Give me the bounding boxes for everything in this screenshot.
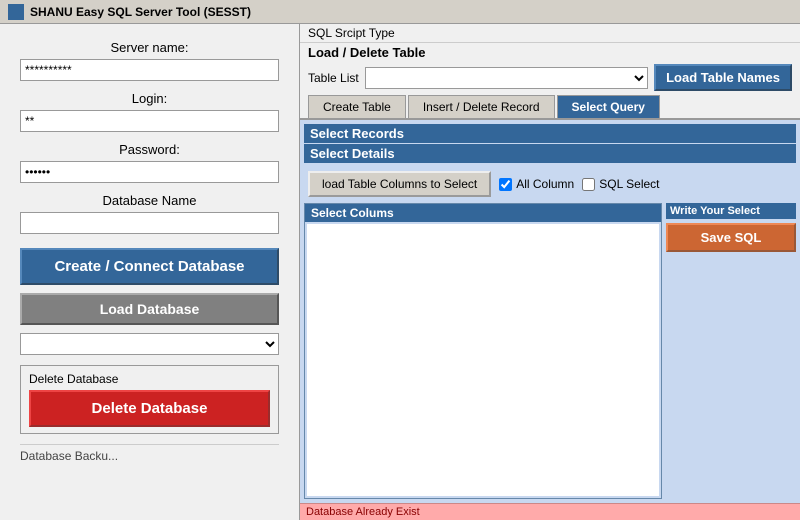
sql-select-group: SQL Select bbox=[582, 177, 659, 191]
load-database-button[interactable]: Load Database bbox=[20, 293, 279, 325]
left-panel: Server name: Login: Password: Database N… bbox=[0, 24, 300, 520]
database-backup-label: Database Backu... bbox=[20, 444, 279, 463]
table-list-label: Table List bbox=[308, 71, 359, 85]
right-section: Write Your Select Save SQL bbox=[666, 203, 796, 499]
password-label: Password: bbox=[20, 142, 279, 157]
delete-database-button[interactable]: Delete Database bbox=[29, 390, 270, 427]
password-input[interactable] bbox=[20, 161, 279, 183]
load-columns-row: load Table Columns to Select All Column … bbox=[304, 167, 796, 201]
tabs-row: Create Table Insert / Delete Record Sele… bbox=[300, 95, 800, 120]
create-connect-button[interactable]: Create / Connect Database bbox=[20, 248, 279, 285]
main-container: Server name: Login: Password: Database N… bbox=[0, 24, 800, 520]
database-dropdown[interactable] bbox=[20, 333, 279, 355]
all-column-group: All Column bbox=[499, 177, 574, 191]
all-column-checkbox[interactable] bbox=[499, 178, 512, 191]
sql-select-checkbox[interactable] bbox=[582, 178, 595, 191]
tab-create-table[interactable]: Create Table bbox=[308, 95, 406, 118]
title-bar: SHANU Easy SQL Server Tool (SESST) bbox=[0, 0, 800, 24]
lower-area: Select Colums Write Your Select Save SQL bbox=[304, 203, 796, 499]
select-columns-content bbox=[307, 224, 659, 496]
save-sql-button[interactable]: Save SQL bbox=[666, 223, 796, 252]
status-text: Database Already Exist bbox=[306, 506, 420, 518]
sql-select-label: SQL Select bbox=[599, 177, 659, 191]
select-columns-label: Select Colums bbox=[305, 204, 661, 222]
delete-group-label: Delete Database bbox=[29, 372, 270, 386]
delete-group: Delete Database Delete Database bbox=[20, 365, 279, 434]
load-delete-label: Load / Delete Table bbox=[300, 43, 800, 62]
tab-select-query[interactable]: Select Query bbox=[557, 95, 660, 118]
table-list-dropdown[interactable] bbox=[365, 67, 648, 89]
app-title: SHANU Easy SQL Server Tool (SESST) bbox=[30, 5, 251, 19]
load-columns-button[interactable]: load Table Columns to Select bbox=[308, 171, 491, 197]
load-table-names-button[interactable]: Load Table Names bbox=[654, 64, 792, 91]
select-details-header: Select Details bbox=[304, 144, 796, 163]
database-name-label: Database Name bbox=[20, 193, 279, 208]
app-icon bbox=[8, 4, 24, 20]
all-column-label: All Column bbox=[516, 177, 574, 191]
server-name-input[interactable] bbox=[20, 59, 279, 81]
write-select-label: Write Your Select bbox=[666, 203, 796, 219]
script-type-label: SQL Srcipt Type bbox=[300, 24, 800, 43]
status-bar: Database Already Exist bbox=[300, 503, 800, 520]
select-records-header: Select Records bbox=[304, 124, 796, 143]
login-label: Login: bbox=[20, 91, 279, 106]
right-panel: SQL Srcipt Type Load / Delete Table Tabl… bbox=[300, 24, 800, 520]
table-list-row: Table List Load Table Names bbox=[300, 62, 800, 95]
tab-insert-delete[interactable]: Insert / Delete Record bbox=[408, 95, 555, 118]
database-name-input[interactable] bbox=[20, 212, 279, 234]
server-name-label: Server name: bbox=[20, 40, 279, 55]
login-input[interactable] bbox=[20, 110, 279, 132]
select-columns-box: Select Colums bbox=[304, 203, 662, 499]
content-area: Select Records Select Details load Table… bbox=[300, 120, 800, 503]
